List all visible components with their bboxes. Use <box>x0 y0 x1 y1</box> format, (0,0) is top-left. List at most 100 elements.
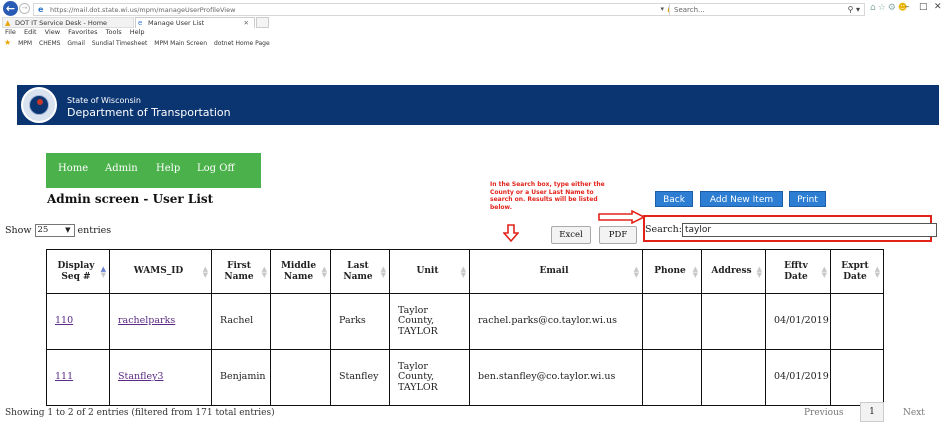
tab-close-icon[interactable]: ✕ <box>244 18 249 29</box>
page-size-value: 25 <box>37 225 49 235</box>
menu-file[interactable]: File <box>5 28 16 36</box>
down-arrow-icon <box>503 224 519 242</box>
wisdot-seal-logo <box>21 87 57 123</box>
menu-tools[interactable]: Tools <box>106 28 122 36</box>
nav-help[interactable]: Help <box>156 163 180 174</box>
cell-efftv-date: 04/01/2019 <box>765 349 831 406</box>
pdf-button[interactable]: PDF <box>599 226 637 244</box>
header-department: Department of Transportation <box>67 106 231 119</box>
menu-favorites[interactable]: Favorites <box>68 28 97 36</box>
cell-wams-id: Stanfley3 <box>109 349 212 406</box>
cell-wams-id: rachelparks <box>109 293 212 350</box>
print-button[interactable]: Print <box>789 191 826 207</box>
table-row: 110 rachelparks Rachel Parks Taylor Coun… <box>46 293 884 350</box>
browser-search-box[interactable]: Search... ⚲ ▾ <box>669 3 865 16</box>
seq-link[interactable]: 111 <box>55 371 73 383</box>
main-nav: Home Admin Help Log Off <box>46 153 261 188</box>
tab-manage-user-list[interactable]: e Manage User List ✕ <box>135 17 255 28</box>
cell-email: ben.stanfley@co.taylor.wi.us <box>469 349 643 406</box>
tab-label: DOT IT Service Desk - Home <box>15 19 108 27</box>
page-size-select[interactable]: 25 ▼ <box>34 224 75 237</box>
sort-icon: ▲ ▼ <box>460 264 466 279</box>
back-button[interactable]: Back <box>655 191 693 207</box>
fav-gmail[interactable]: Gmail <box>67 40 85 47</box>
pagination-page-1[interactable]: 1 <box>860 402 884 422</box>
sort-icon: ▲ ▼ <box>874 264 880 279</box>
excel-button[interactable]: Excel <box>551 226 591 244</box>
tab-service-desk[interactable]: ▲ DOT IT Service Desk - Home <box>2 17 134 28</box>
table-info: Showing 1 to 2 of 2 entries (filtered fr… <box>5 408 275 418</box>
tab-label: Manage User List <box>148 19 205 27</box>
cell-first-name: Rachel <box>211 293 271 350</box>
browser-forward-button[interactable]: → <box>19 3 30 14</box>
pagination-previous[interactable]: Previous <box>804 408 843 418</box>
sort-icon: ▲ ▼ <box>321 264 327 279</box>
col-wams-id[interactable]: WAMS_ID ▲ ▼ <box>109 249 212 294</box>
nav-admin[interactable]: Admin <box>105 163 138 174</box>
show-entries: Show 25 ▼ entries <box>5 224 111 237</box>
cell-phone <box>642 293 702 350</box>
col-exprt-date[interactable]: Exprt Date ▲ ▼ <box>830 249 884 294</box>
restore-icon[interactable]: □ <box>919 2 928 12</box>
col-display-seq[interactable]: Display Seq # ▲ ▼ <box>46 249 110 294</box>
seal-inner <box>29 95 49 115</box>
nav-home[interactable]: Home <box>58 163 88 174</box>
fav-sundial[interactable]: Sundial Timesheet <box>92 40 148 47</box>
wams-id-link[interactable]: Stanfley3 <box>118 371 163 383</box>
fav-chems[interactable]: CHEMS <box>39 40 60 47</box>
wams-id-link[interactable]: rachelparks <box>118 315 175 327</box>
sort-icon: ▲ ▼ <box>633 264 639 279</box>
address-url[interactable]: https://mail.dot.state.wi.us/mpm/manageU… <box>50 6 235 14</box>
cell-exprt-date <box>830 293 884 350</box>
cell-seq: 110 <box>46 293 110 350</box>
col-last-name[interactable]: Last Name ▲ ▼ <box>330 249 390 294</box>
user-list-table: Display Seq # ▲ ▼ WAMS_ID ▲ ▼ First Name ▲… <box>46 249 884 406</box>
fav-dotnet[interactable]: dotnet Home Page <box>214 40 270 47</box>
menu-view[interactable]: View <box>45 28 60 36</box>
right-arrow-icon <box>598 210 646 224</box>
col-address[interactable]: Address ▲ ▼ <box>701 249 766 294</box>
menu-bar: File Edit View Favorites Tools Help <box>5 28 151 36</box>
col-unit[interactable]: Unit ▲ ▼ <box>389 249 470 294</box>
tab-strip: ▲ DOT IT Service Desk - Home e Manage Us… <box>0 17 947 28</box>
cell-middle-name <box>270 349 331 406</box>
search-input[interactable]: taylor <box>682 223 937 237</box>
sort-icon: ▲ ▼ <box>380 264 386 279</box>
pagination-next[interactable]: Next <box>903 408 925 418</box>
browser-search-placeholder: Search... <box>674 6 705 14</box>
search-label: Search: <box>645 224 682 235</box>
favorites-bar: ★ MPM CHEMS Gmail Sundial Timesheet MPM … <box>4 38 275 48</box>
table-row: 111 Stanfley3 Benjamin Stanfley Taylor C… <box>46 349 884 406</box>
seal-accent <box>37 99 43 105</box>
menu-edit[interactable]: Edit <box>24 28 37 36</box>
fav-mpm[interactable]: MPM <box>18 40 32 47</box>
browser-back-button[interactable]: ← <box>3 1 18 16</box>
cell-email: rachel.parks@co.taylor.wi.us <box>469 293 643 350</box>
cell-exprt-date <box>830 349 884 406</box>
col-middle-name[interactable]: Middle Name ▲ ▼ <box>270 249 331 294</box>
address-bar[interactable]: e https://mail.dot.state.wi.us/mpm/manag… <box>33 3 688 16</box>
col-first-name[interactable]: First Name ▲ ▼ <box>211 249 271 294</box>
fav-mpm-main[interactable]: MPM Main Screen <box>154 40 207 47</box>
sort-icon: ▲ ▼ <box>261 264 267 279</box>
close-icon[interactable]: ✕ <box>934 2 942 12</box>
cell-middle-name <box>270 293 331 350</box>
toolbar-icons[interactable]: ⌂☆⚙☻ <box>870 3 909 13</box>
header-state: State of Wisconsin <box>67 96 141 105</box>
new-tab-button[interactable] <box>256 17 269 28</box>
col-email[interactable]: Email ▲ ▼ <box>469 249 643 294</box>
favorites-star-icon[interactable]: ★ <box>4 38 11 47</box>
sort-icon: ▲ ▼ <box>100 264 106 279</box>
page-title: Admin screen - User List <box>47 192 214 206</box>
add-new-item-button[interactable]: Add New Item <box>700 191 783 207</box>
col-efftv-date[interactable]: Efftv Date ▲ ▼ <box>765 249 831 294</box>
cell-phone <box>642 349 702 406</box>
menu-help[interactable]: Help <box>130 28 145 36</box>
search-icon[interactable]: ⚲ ▾ <box>848 5 860 14</box>
nav-logoff[interactable]: Log Off <box>197 163 235 174</box>
cell-efftv-date: 04/01/2019 <box>765 293 831 350</box>
seq-link[interactable]: 110 <box>55 315 73 327</box>
col-phone[interactable]: Phone ▲ ▼ <box>642 249 702 294</box>
show-label: Show <box>5 225 32 236</box>
minimize-icon[interactable]: – <box>905 2 910 12</box>
